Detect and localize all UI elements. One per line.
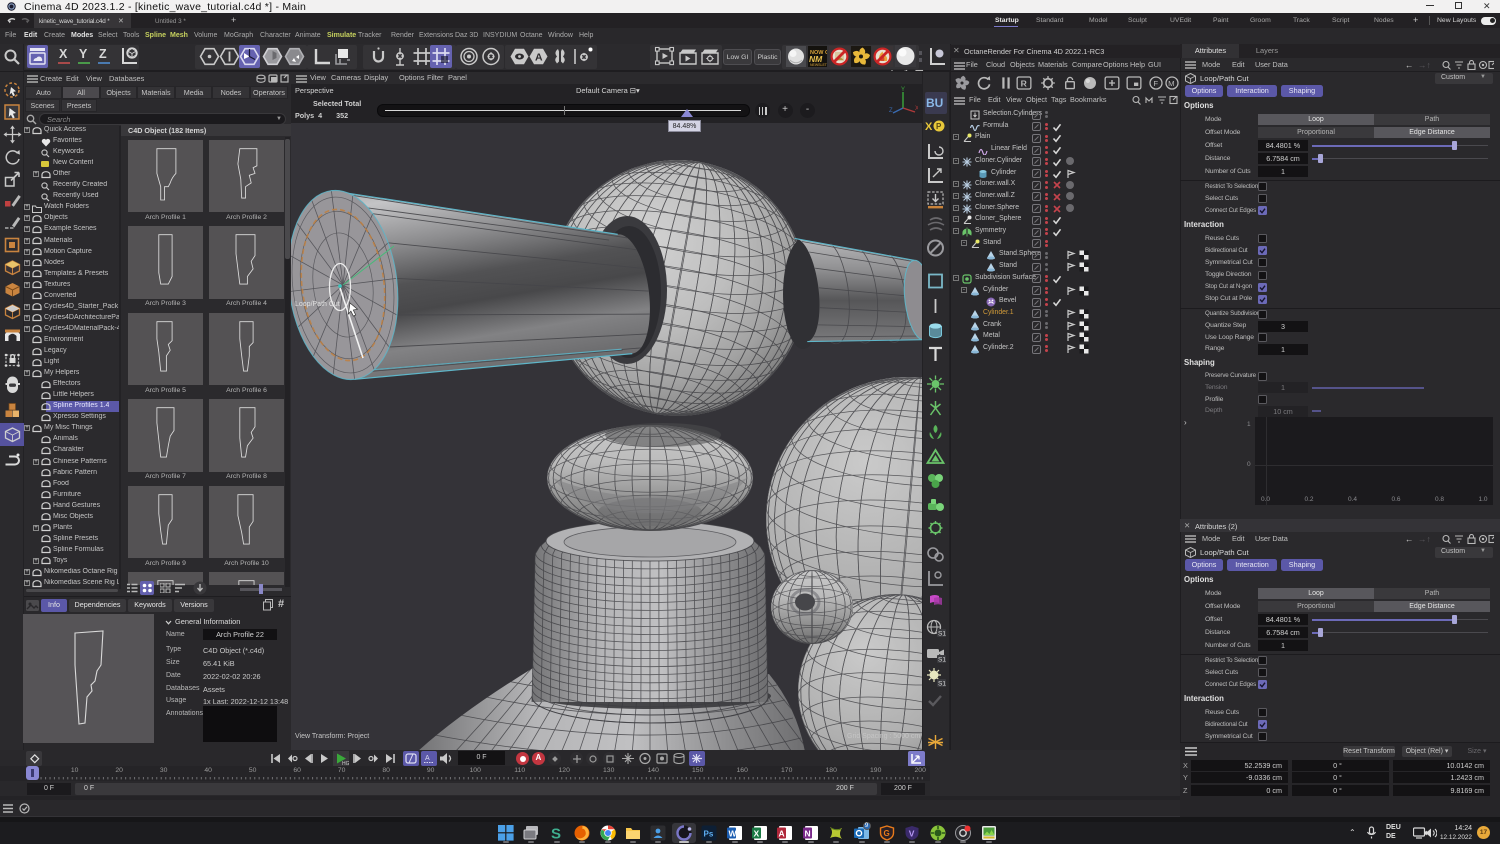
svg-text:Y: Y (901, 87, 905, 93)
svg-text:N: N (804, 829, 810, 839)
svg-text:A: A (535, 52, 543, 64)
svg-text:X: X (754, 829, 760, 839)
svg-text:V: V (909, 829, 915, 839)
svg-text:X: X (915, 106, 918, 112)
svg-text:X: X (925, 121, 933, 133)
svg-text:NEWSLETTER 4.0: NEWSLETTER 4.0 (810, 63, 827, 67)
svg-text:A: A (779, 829, 785, 839)
svg-text:Loop/Path Cut: Loop/Path Cut (295, 301, 340, 308)
svg-text:A: A (425, 755, 430, 762)
svg-text:F: F (1153, 79, 1158, 88)
svg-text:Ps: Ps (704, 830, 714, 839)
svg-text:S1: S1 (938, 681, 946, 688)
svg-text:S1: S1 (938, 657, 946, 664)
svg-text:BU: BU (926, 96, 943, 110)
svg-text:P: P (936, 122, 942, 131)
svg-text:R: R (1021, 78, 1028, 88)
svg-text:Z: Z (889, 108, 893, 114)
svg-text:S1: S1 (938, 631, 946, 638)
svg-text:M: M (1168, 79, 1174, 88)
svg-text:W: W (728, 829, 737, 839)
svg-text:G: G (884, 829, 890, 838)
svg-text:S: S (551, 826, 561, 842)
